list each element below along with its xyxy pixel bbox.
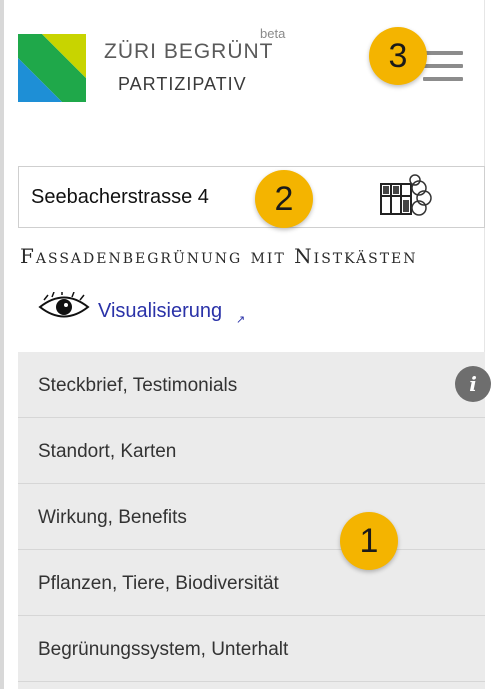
menu-bar-middle — [423, 64, 463, 68]
menu-bar-bottom — [423, 77, 463, 81]
annotation-badge-3: 3 — [369, 27, 427, 85]
accordion-item-label: Pflanzen, Tiere, Biodiversität — [38, 573, 279, 594]
brand-subtitle: PARTIZIPATIV — [118, 74, 247, 94]
project-title: Fassadenbegrünung mit Nistkästen — [20, 244, 418, 268]
annotation-badge-1: 1 — [340, 512, 398, 570]
accordion: Steckbrief, Testimonials i Standort, Kar… — [18, 352, 491, 689]
accordion-item-pflanzen[interactable]: Pflanzen, Tiere, Biodiversität — [18, 550, 485, 616]
brand-title: ZÜRI BEGRÜNT — [104, 40, 274, 63]
visualization-link[interactable]: Visualisierung — [98, 300, 222, 323]
eye-icon — [38, 292, 90, 318]
accordion-item-steckbrief[interactable]: Steckbrief, Testimonials i — [18, 352, 491, 418]
hamburger-menu-icon[interactable] — [423, 51, 463, 83]
building-icon — [380, 174, 432, 216]
frame-left-border — [0, 0, 4, 689]
accordion-item-standort[interactable]: Standort, Karten — [18, 418, 485, 484]
menu-bar-top — [423, 51, 463, 55]
info-icon[interactable]: i — [455, 366, 491, 402]
accordion-item-label: Begrünungssystem, Unterhalt — [38, 639, 289, 660]
beta-label: beta — [260, 26, 286, 41]
accordion-item-begruenungssystem[interactable]: Begrünungssystem, Unterhalt — [18, 616, 485, 682]
accordion-item-label: Standort, Karten — [38, 441, 177, 462]
accordion-item-wirkung[interactable]: Wirkung, Benefits — [18, 484, 485, 550]
external-link-icon: ↗ — [236, 314, 246, 326]
address-field[interactable]: Seebacherstrasse 4 — [18, 166, 485, 228]
address-value: Seebacherstrasse 4 — [31, 186, 209, 208]
accordion-item-label: Steckbrief, Testimonials — [38, 375, 238, 396]
accordion-item-label: Wirkung, Benefits — [38, 507, 187, 528]
logo-icon[interactable] — [18, 34, 86, 102]
annotation-badge-2: 2 — [255, 170, 313, 228]
